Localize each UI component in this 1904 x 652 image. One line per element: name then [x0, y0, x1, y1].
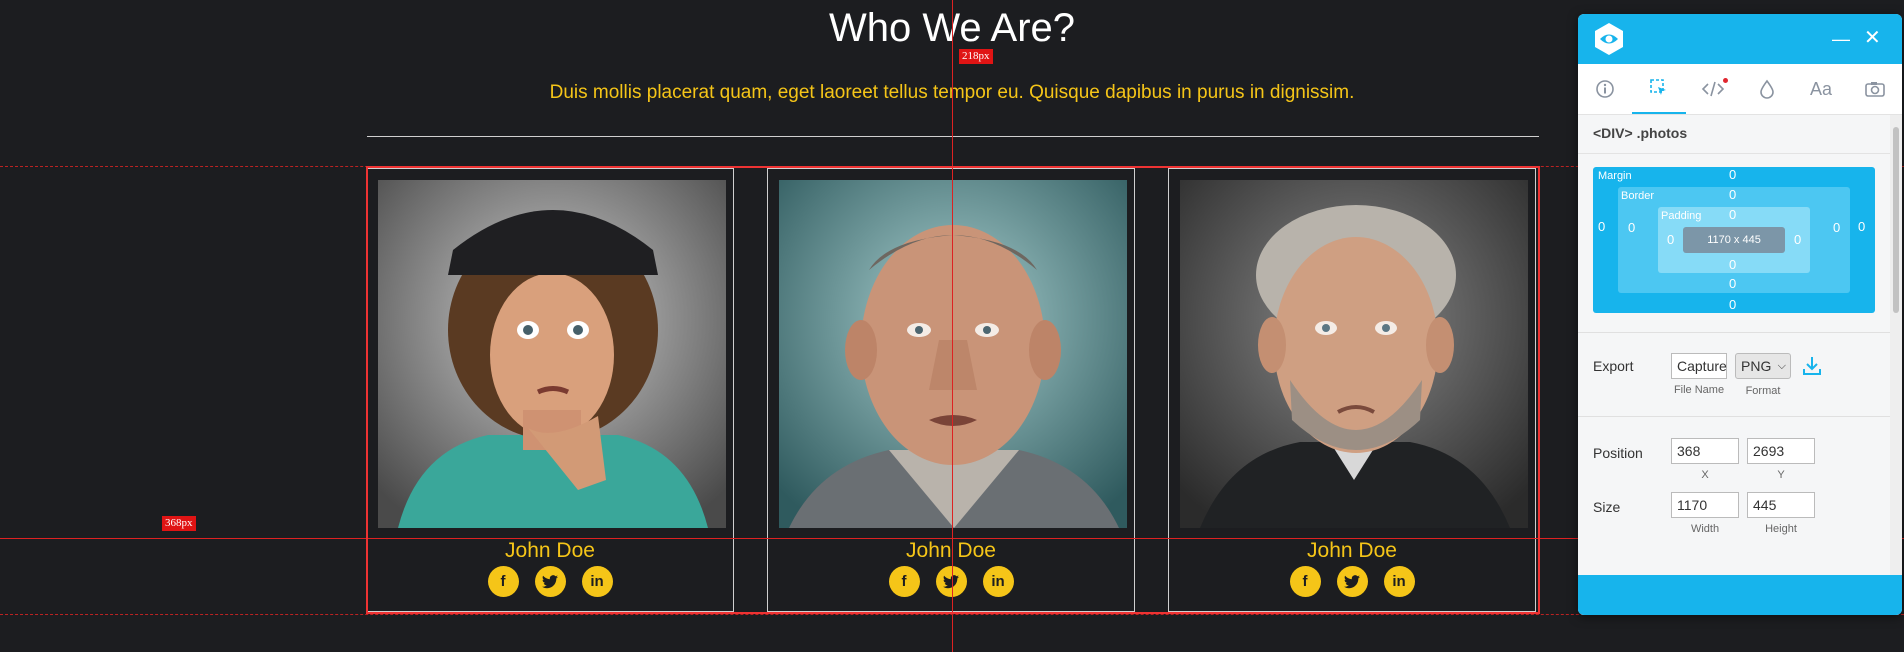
position-label: Position: [1593, 445, 1643, 461]
distance-tag-top: 218px: [959, 49, 993, 64]
border-left: 0: [1628, 220, 1636, 235]
inspector-body: <DIV> .photos Margin 0 0 0 0 Border 0 0 …: [1578, 115, 1890, 575]
divider: [1578, 332, 1890, 333]
width-caption: Width: [1690, 523, 1720, 535]
padding-bottom: 0: [1729, 257, 1737, 272]
file-name-caption: File Name: [1673, 384, 1725, 396]
border-top: 0: [1729, 187, 1737, 202]
divider: [1578, 416, 1890, 417]
camera-icon[interactable]: [1848, 64, 1902, 114]
inspector-footer: [1578, 575, 1902, 615]
size-width-input[interactable]: 1170: [1671, 492, 1739, 518]
margin-bottom: 0: [1729, 297, 1737, 312]
scrollbar[interactable]: [1890, 115, 1902, 575]
download-icon[interactable]: [1802, 355, 1822, 377]
format-select[interactable]: PNG ⌵: [1735, 353, 1791, 379]
margin-left: 0: [1598, 219, 1606, 234]
distance-tag-left: 368px: [162, 516, 196, 531]
border-bottom: 0: [1729, 276, 1737, 291]
margin-top: 0: [1729, 167, 1737, 182]
margin-right: 0: [1858, 219, 1866, 234]
export-label: Export: [1593, 358, 1634, 374]
select-icon[interactable]: [1632, 64, 1686, 114]
format-caption: Format: [1745, 385, 1781, 397]
color-drop-icon[interactable]: [1740, 64, 1794, 114]
padding-box: Padding 0 0 0 0 1170 x 445: [1658, 207, 1810, 273]
format-value: PNG: [1741, 358, 1772, 374]
inspector-panel: — ✕ Aa <DIV> .photos Margin 0 0 0 0 Bord…: [1578, 14, 1902, 615]
content-size: 1170 x 445: [1683, 227, 1785, 253]
size-height-input[interactable]: 445: [1747, 492, 1815, 518]
padding-left: 0: [1667, 232, 1675, 247]
inspector-tabs: Aa: [1578, 64, 1902, 115]
minimize-icon[interactable]: —: [1832, 30, 1850, 48]
inspector-header: — ✕: [1578, 14, 1902, 64]
divider: [367, 136, 1539, 137]
selected-element: <DIV> .photos: [1578, 115, 1890, 154]
padding-top: 0: [1729, 207, 1737, 222]
notification-dot: [1723, 78, 1728, 83]
padding-right: 0: [1794, 232, 1802, 247]
padding-label: Padding: [1661, 210, 1702, 222]
close-icon[interactable]: ✕: [1864, 28, 1881, 48]
height-caption: Height: [1765, 523, 1797, 535]
position-x-input[interactable]: 368: [1671, 438, 1739, 464]
chevron-down-icon: ⌵: [1777, 360, 1786, 372]
scrollbar-thumb[interactable]: [1893, 127, 1899, 313]
typography-icon[interactable]: Aa: [1794, 64, 1848, 114]
border-right: 0: [1833, 220, 1841, 235]
selection-outline: [366, 166, 1540, 614]
file-name-input[interactable]: Capture: [1671, 353, 1727, 379]
page: Who We Are? Duis mollis placerat quam, e…: [0, 0, 1904, 652]
y-caption: Y: [1777, 469, 1785, 481]
size-label: Size: [1593, 499, 1621, 515]
eye-logo-icon: [1595, 23, 1623, 55]
code-icon[interactable]: [1686, 64, 1740, 114]
position-y-input[interactable]: 2693: [1747, 438, 1815, 464]
info-icon[interactable]: [1578, 64, 1632, 114]
margin-label: Margin: [1598, 170, 1632, 182]
x-caption: X: [1701, 469, 1709, 481]
border-box: Border 0 0 0 0 Padding 0 0 0 0 1170 x 44…: [1618, 187, 1850, 293]
box-model: Margin 0 0 0 0 Border 0 0 0 0 Padding 0 …: [1593, 167, 1875, 313]
border-label: Border: [1621, 190, 1655, 202]
